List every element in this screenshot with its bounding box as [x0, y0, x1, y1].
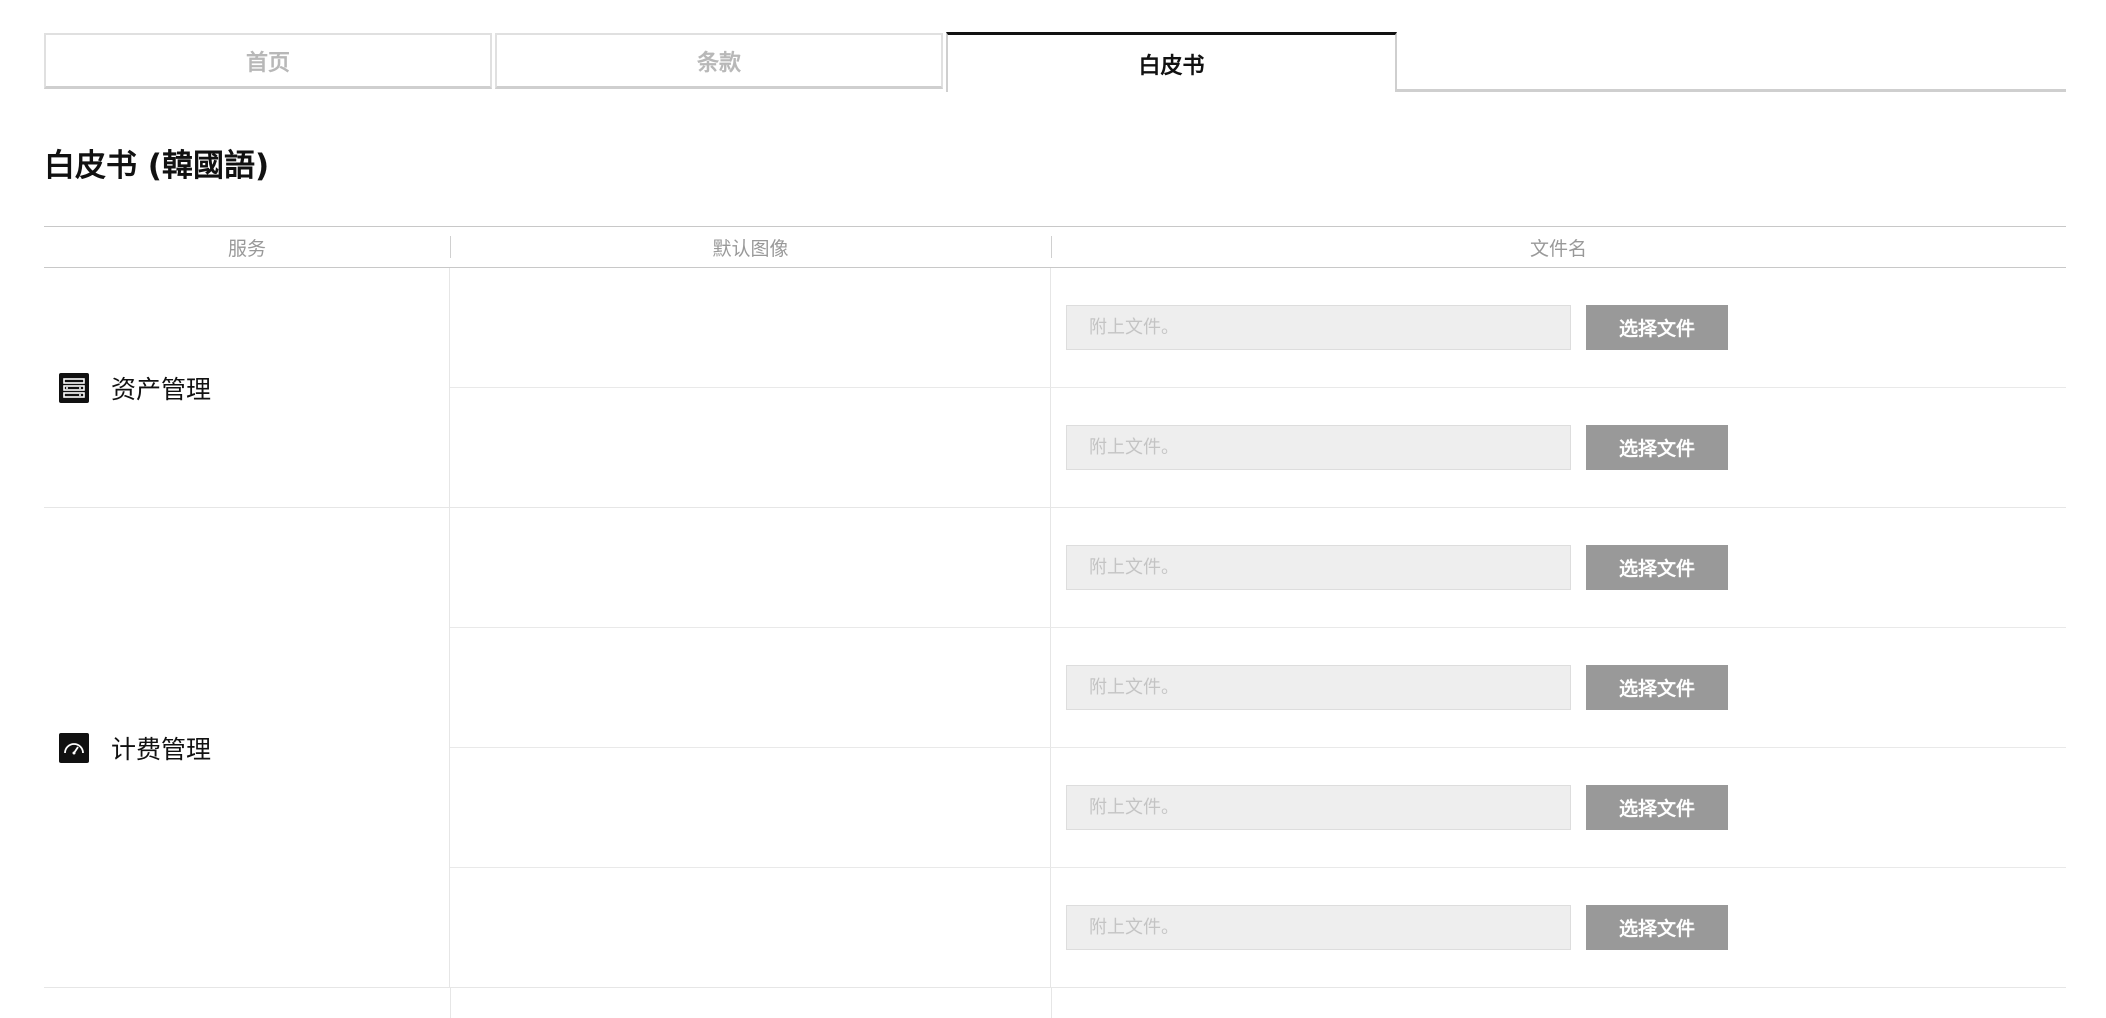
tab-home[interactable]: 首页: [44, 33, 492, 89]
choose-file-button[interactable]: 选择文件: [1586, 785, 1728, 830]
table-row: 选择文件: [450, 628, 2066, 748]
server-list-icon: [59, 372, 89, 403]
tab-terms[interactable]: 条款: [495, 33, 943, 89]
default-image-cell: [450, 268, 1051, 387]
tab-whitepaper[interactable]: 白皮书: [946, 32, 1397, 92]
service-name: 计费管理: [111, 734, 212, 764]
column-divider: [1051, 988, 1052, 1018]
service-group-billing-management: 计费管理 选择文件 选择文件 选择文件: [44, 508, 2066, 988]
file-name-field[interactable]: [1066, 425, 1571, 470]
file-name-field[interactable]: [1066, 545, 1571, 590]
choose-file-button[interactable]: 选择文件: [1586, 425, 1728, 470]
header-default-image: 默认图像: [712, 237, 789, 260]
tab-bar-baseline: [1397, 89, 2066, 92]
service-group-asset-management: 资产管理 选择文件 选择文件: [44, 268, 2066, 508]
page-title: 白皮书 (韓國語): [44, 148, 270, 184]
default-image-cell: [450, 628, 1051, 747]
default-image-cell: [450, 508, 1051, 627]
default-image-cell: [450, 868, 1051, 987]
service-name: 资产管理: [111, 374, 212, 404]
file-name-field[interactable]: [1066, 905, 1571, 950]
file-name-field[interactable]: [1066, 785, 1571, 830]
header-service: 服务: [227, 237, 266, 260]
default-image-cell: [450, 388, 1051, 507]
header-file-name: 文件名: [1529, 237, 1587, 260]
table-row: 选择文件: [450, 388, 2066, 507]
service-cell: 计费管理: [44, 508, 450, 987]
file-name-field[interactable]: [1066, 665, 1571, 710]
service-cell: 资产管理: [44, 268, 450, 507]
table-row: 选择文件: [450, 508, 2066, 628]
column-divider: [450, 988, 451, 1018]
choose-file-button[interactable]: 选择文件: [1586, 545, 1728, 590]
choose-file-button[interactable]: 选择文件: [1586, 905, 1728, 950]
table-row: 选择文件: [450, 748, 2066, 868]
table-row: 选择文件: [450, 268, 2066, 388]
gauge-icon: [59, 732, 89, 763]
tab-bar: 首页 条款 白皮书: [44, 32, 2066, 93]
choose-file-button[interactable]: 选择文件: [1586, 665, 1728, 710]
whitepaper-table: 服务 默认图像 文件名 资产管理 附上文件。 选择文件 附上文件。 选择文件 计…: [44, 226, 2066, 1018]
file-name-field[interactable]: [1066, 305, 1571, 350]
table-row: 选择文件: [450, 868, 2066, 987]
default-image-cell: [450, 748, 1051, 867]
next-group-partial: [44, 988, 2066, 1018]
table-header: 服务 默认图像 文件名: [44, 227, 2066, 268]
choose-file-button[interactable]: 选择文件: [1586, 305, 1728, 350]
